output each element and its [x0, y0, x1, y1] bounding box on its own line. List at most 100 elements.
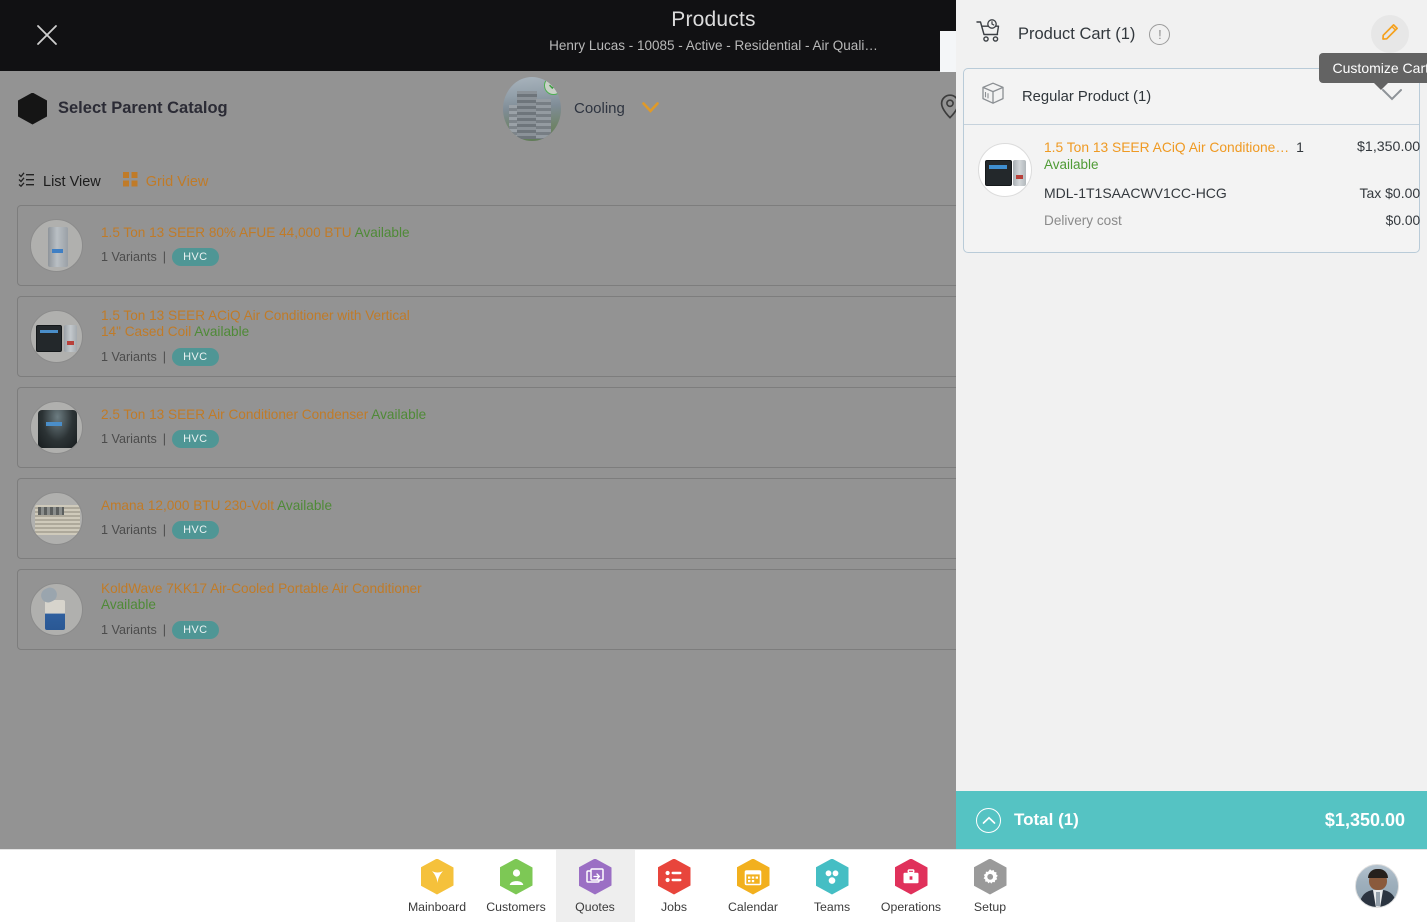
customize-cart-tooltip: Customize Cart: [1318, 53, 1427, 90]
product-meta: 1 Variants | HVC: [101, 347, 431, 366]
joblist-icon: [657, 858, 691, 895]
cart-total-bar[interactable]: Total (1) $1,350.00: [956, 791, 1427, 849]
nav-item-calendar[interactable]: Calendar: [714, 850, 793, 922]
product-thumbnail: [30, 219, 83, 272]
cart-group-header: Regular Product (1) Customize Cart: [964, 53, 1427, 125]
cart-title: Product Cart (1): [1018, 24, 1136, 43]
product-cart-panel: Product Cart (1) ! Regular Product (1) C…: [956, 0, 1427, 849]
chevron-down-icon[interactable]: [642, 100, 659, 118]
product-status: Available: [371, 406, 427, 422]
cart-item-thumbnail: [978, 143, 1032, 197]
delivery-cost-label: Delivery cost: [1044, 213, 1122, 228]
product-title: 1.5 Ton 13 SEER 80% AFUE 44,000 BTU Avai…: [101, 224, 410, 240]
product-info: Amana 12,000 BTU 230-Volt Available 1 Va…: [101, 498, 332, 540]
cart-item-row-2: MDL-1T1SAACWV1CC-HCG Tax $0.00: [1044, 185, 1420, 201]
chevron-up-circle-icon[interactable]: [976, 807, 1001, 833]
delivery-cost-value: $0.00: [1385, 213, 1421, 228]
list-view-label: List View: [43, 174, 101, 190]
building-avatar: [503, 76, 561, 141]
nav-label: Jobs: [661, 899, 687, 914]
cart-item-name[interactable]: 1.5 Ton 13 SEER ACiQ Air Conditione…: [1044, 139, 1289, 156]
meta-separator: |: [162, 523, 167, 538]
nav-item-quotes[interactable]: Quotes: [555, 849, 635, 922]
avatar[interactable]: [1355, 864, 1399, 908]
briefcase-icon: [894, 858, 928, 895]
mainboard-icon: [420, 858, 454, 895]
nav-item-operations[interactable]: Operations: [872, 850, 951, 922]
product-info: 1.5 Ton 13 SEER ACiQ Air Conditioner wit…: [101, 308, 431, 366]
nav-label: Operations: [880, 899, 942, 914]
nav-label: Teams: [813, 899, 851, 914]
nav-item-jobs[interactable]: Jobs: [635, 850, 714, 922]
list-view-toggle[interactable]: List View: [18, 172, 101, 192]
info-circle-icon[interactable]: !: [1149, 23, 1171, 45]
product-title: KoldWave 7KK17 Air-Cooled Portable Air C…: [101, 580, 422, 613]
product-thumbnail: [30, 401, 83, 454]
cart-header-left: Product Cart (1) !: [976, 19, 1171, 49]
cart-item-status: Available: [1044, 157, 1099, 172]
cart-line-item: 1.5 Ton 13 SEER ACiQ Air Conditione… Ava…: [964, 125, 1420, 252]
product-meta: 1 Variants | HVC: [101, 248, 410, 267]
product-title: 1.5 Ton 13 SEER ACiQ Air Conditioner wit…: [101, 307, 410, 340]
variant-count: 1 Variants: [101, 250, 157, 265]
nav-label: Mainboard: [407, 899, 467, 914]
product-meta: 1 Variants | HVC: [101, 430, 426, 449]
check-icon: [544, 76, 561, 95]
variant-count: 1 Variants: [101, 432, 157, 447]
product-status: Available: [354, 224, 410, 240]
category-label: Cooling: [574, 100, 625, 117]
nav-item-setup[interactable]: Setup: [951, 850, 1030, 922]
category-tag: HVC: [172, 620, 219, 639]
person-icon: [499, 858, 533, 895]
variant-count: 1 Variants: [101, 622, 157, 637]
nav-item-customers[interactable]: Customers: [477, 850, 556, 922]
cart-item-row-3: Delivery cost $0.00: [1044, 213, 1420, 228]
meta-separator: |: [162, 349, 167, 364]
grid-view-icon: [122, 172, 138, 192]
product-status: Available: [194, 324, 250, 339]
product-info: 2.5 Ton 13 SEER Air Conditioner Condense…: [101, 407, 426, 449]
select-parent-catalog-label: Select Parent Catalog: [58, 99, 228, 117]
teams-icon: [815, 858, 849, 895]
edit-cart-button[interactable]: [1371, 15, 1409, 53]
cart-total-amount: $1,350.00: [1324, 809, 1405, 830]
nav-label: Calendar: [728, 899, 778, 914]
cart-item-body: 1.5 Ton 13 SEER ACiQ Air Conditione… Ava…: [1044, 139, 1420, 228]
close-button[interactable]: [32, 20, 62, 50]
nav-items: Mainboard Customers Quotes Jobs Calendar…: [398, 849, 1030, 922]
cart-total-label: Total (1): [1014, 810, 1079, 829]
list-view-icon: [18, 172, 35, 192]
calendar-icon: [736, 858, 770, 895]
gear-icon: [973, 858, 1007, 895]
nav-item-mainboard[interactable]: Mainboard: [398, 850, 477, 922]
cart-item-price: $1,350.00: [1357, 139, 1421, 155]
product-info: 1.5 Ton 13 SEER 80% AFUE 44,000 BTU Avai…: [101, 225, 410, 267]
product-title: Amana 12,000 BTU 230-Volt Available: [101, 497, 333, 513]
close-icon: [37, 25, 57, 45]
product-meta: 1 Variants | HVC: [101, 620, 431, 639]
category-tag: HVC: [172, 347, 219, 366]
meta-separator: |: [162, 622, 167, 637]
cart-item-tax: Tax $0.00: [1359, 185, 1421, 201]
hexagon-icon: [18, 92, 47, 125]
nav-label: Setup: [973, 899, 1007, 914]
package-box-icon: [980, 81, 1006, 112]
variant-count: 1 Variants: [101, 349, 157, 364]
select-parent-catalog-button[interactable]: Select Parent Catalog: [18, 92, 228, 125]
nav-label: Quotes: [575, 899, 615, 914]
product-thumbnail: [30, 310, 83, 363]
cart-item-row-1: 1.5 Ton 13 SEER ACiQ Air Conditione… Ava…: [1044, 139, 1420, 173]
cart-group-label: Regular Product (1): [1022, 88, 1152, 105]
grid-view-toggle[interactable]: Grid View: [122, 172, 208, 192]
bottom-navigation: Mainboard Customers Quotes Jobs Calendar…: [0, 849, 1427, 922]
variant-count: 1 Variants: [101, 523, 157, 538]
product-title: 2.5 Ton 13 SEER Air Conditioner Condense…: [101, 406, 427, 422]
product-thumbnail: [30, 583, 83, 636]
category-selector[interactable]: Cooling: [503, 76, 659, 141]
nav-label: Customers: [486, 899, 546, 914]
chevron-down-icon[interactable]: [1381, 88, 1403, 106]
meta-separator: |: [162, 432, 167, 447]
category-tag: HVC: [172, 521, 219, 540]
product-thumbnail: [30, 492, 83, 545]
nav-item-teams[interactable]: Teams: [793, 850, 872, 922]
